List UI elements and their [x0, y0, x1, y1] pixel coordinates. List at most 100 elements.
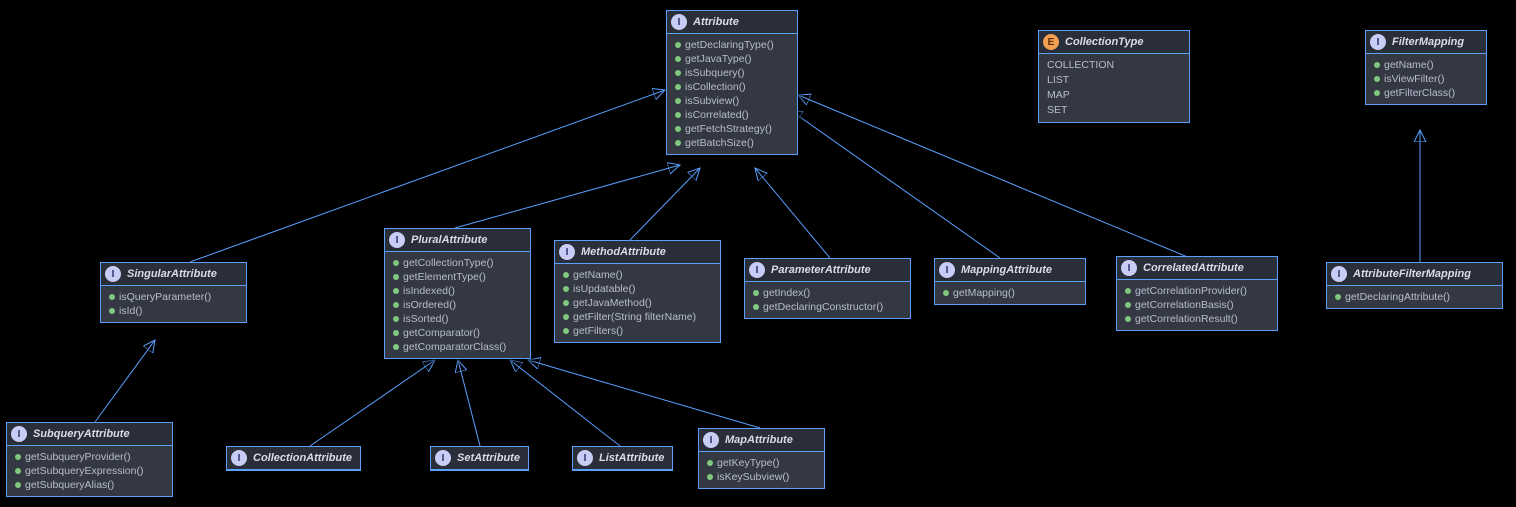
members: getCorrelationProvider()getCorrelationBa… [1117, 280, 1277, 330]
header: I ParameterAttribute [745, 259, 910, 282]
method-bullet-icon [563, 286, 569, 292]
method-bullet-icon [1335, 294, 1341, 300]
class-singularattribute[interactable]: I SingularAttribute isQueryParameter()is… [100, 262, 247, 323]
member-label: getCollectionType() [403, 256, 493, 270]
header: I PluralAttribute [385, 229, 530, 252]
interface-icon: I [1121, 260, 1137, 276]
member: getCollectionType() [393, 256, 522, 270]
class-listattribute[interactable]: I ListAttribute [572, 446, 673, 471]
member-label: getName() [573, 268, 623, 282]
method-bullet-icon [15, 482, 21, 488]
class-mapattribute[interactable]: I MapAttribute getKeyType()isKeySubview(… [698, 428, 825, 489]
class-attributefiltermapping[interactable]: I AttributeFilterMapping getDeclaringAtt… [1326, 262, 1503, 309]
class-parameterattribute[interactable]: I ParameterAttribute getIndex()getDeclar… [744, 258, 911, 319]
title: SetAttribute [457, 452, 520, 464]
interface-icon: I [1331, 266, 1347, 282]
interface-icon: I [105, 266, 121, 282]
member-label: getMapping() [953, 286, 1015, 300]
method-bullet-icon [1374, 90, 1380, 96]
enum-item: LIST [1047, 73, 1181, 88]
member: isKeySubview() [707, 470, 816, 484]
interface-icon: I [231, 450, 247, 466]
member-label: isIndexed() [403, 284, 455, 298]
method-bullet-icon [753, 304, 759, 310]
title: CorrelatedAttribute [1143, 262, 1244, 274]
title: Attribute [693, 16, 739, 28]
class-pluralattribute[interactable]: I PluralAttribute getCollectionType()get… [384, 228, 531, 359]
class-subqueryattribute[interactable]: I SubqueryAttribute getSubqueryProvider(… [6, 422, 173, 497]
title: PluralAttribute [411, 234, 487, 246]
method-bullet-icon [675, 42, 681, 48]
class-collectionattribute[interactable]: I CollectionAttribute [226, 446, 361, 471]
members: getKeyType()isKeySubview() [699, 452, 824, 488]
member: isIndexed() [393, 284, 522, 298]
header: I CollectionAttribute [227, 447, 360, 470]
title: MappingAttribute [961, 264, 1052, 276]
method-bullet-icon [1125, 302, 1131, 308]
header: I ListAttribute [573, 447, 672, 470]
member-label: getFilters() [573, 324, 623, 338]
member-label: getCorrelationProvider() [1135, 284, 1247, 298]
method-bullet-icon [563, 300, 569, 306]
members: getName()isUpdatable()getJavaMethod()get… [555, 264, 720, 342]
method-bullet-icon [753, 290, 759, 296]
method-bullet-icon [393, 260, 399, 266]
member-label: getComparatorClass() [403, 340, 506, 354]
members: getSubqueryProvider()getSubqueryExpressi… [7, 446, 172, 496]
member: isQueryParameter() [109, 290, 238, 304]
member-label: getJavaType() [685, 52, 752, 66]
member-label: getFetchStrategy() [685, 122, 772, 136]
class-setattribute[interactable]: I SetAttribute [430, 446, 529, 471]
header: I MapAttribute [699, 429, 824, 452]
enum-items: COLLECTIONLISTMAPSET [1039, 54, 1189, 122]
method-bullet-icon [675, 84, 681, 90]
method-bullet-icon [109, 294, 115, 300]
title: ListAttribute [599, 452, 664, 464]
member-label: getElementType() [403, 270, 486, 284]
interface-icon: I [435, 450, 451, 466]
class-methodattribute[interactable]: I MethodAttribute getName()isUpdatable()… [554, 240, 721, 343]
member-label: isSubquery() [685, 66, 745, 80]
method-bullet-icon [675, 70, 681, 76]
member: isSorted() [393, 312, 522, 326]
member-label: getBatchSize() [685, 136, 754, 150]
interface-icon: I [559, 244, 575, 260]
member: getFilters() [563, 324, 712, 338]
member: isCorrelated() [675, 108, 789, 122]
member: isSubview() [675, 94, 789, 108]
member-label: getKeyType() [717, 456, 779, 470]
member-label: getFilter(String filterName) [573, 310, 696, 324]
member: getFilter(String filterName) [563, 310, 712, 324]
member-label: getFilterClass() [1384, 86, 1455, 100]
method-bullet-icon [1374, 62, 1380, 68]
class-correlatedattribute[interactable]: I CorrelatedAttribute getCorrelationProv… [1116, 256, 1278, 331]
member: getName() [563, 268, 712, 282]
enum-item: MAP [1047, 88, 1181, 103]
method-bullet-icon [1374, 76, 1380, 82]
enum-item: SET [1047, 103, 1181, 118]
header: I MethodAttribute [555, 241, 720, 264]
header: I SubqueryAttribute [7, 423, 172, 446]
header: E CollectionType [1039, 31, 1189, 54]
title: SingularAttribute [127, 268, 217, 280]
member: getKeyType() [707, 456, 816, 470]
enum-item: COLLECTION [1047, 58, 1181, 73]
class-mappingattribute[interactable]: I MappingAttribute getMapping() [934, 258, 1086, 305]
class-filtermapping[interactable]: I FilterMapping getName()isViewFilter()g… [1365, 30, 1487, 105]
members: getName()isViewFilter()getFilterClass() [1366, 54, 1486, 104]
member-label: isOrdered() [403, 298, 456, 312]
title: MapAttribute [725, 434, 793, 446]
method-bullet-icon [15, 468, 21, 474]
member: getDeclaringConstructor() [753, 300, 902, 314]
member: getFilterClass() [1374, 86, 1478, 100]
interface-icon: I [671, 14, 687, 30]
member: isId() [109, 304, 238, 318]
member: isCollection() [675, 80, 789, 94]
member-label: getSubqueryProvider() [25, 450, 131, 464]
interface-icon: I [703, 432, 719, 448]
method-bullet-icon [563, 328, 569, 334]
member-label: getDeclaringAttribute() [1345, 290, 1450, 304]
members: isQueryParameter()isId() [101, 286, 246, 322]
class-attribute[interactable]: I Attribute getDeclaringType()getJavaTyp… [666, 10, 798, 155]
class-collectiontype[interactable]: E CollectionType COLLECTIONLISTMAPSET [1038, 30, 1190, 123]
